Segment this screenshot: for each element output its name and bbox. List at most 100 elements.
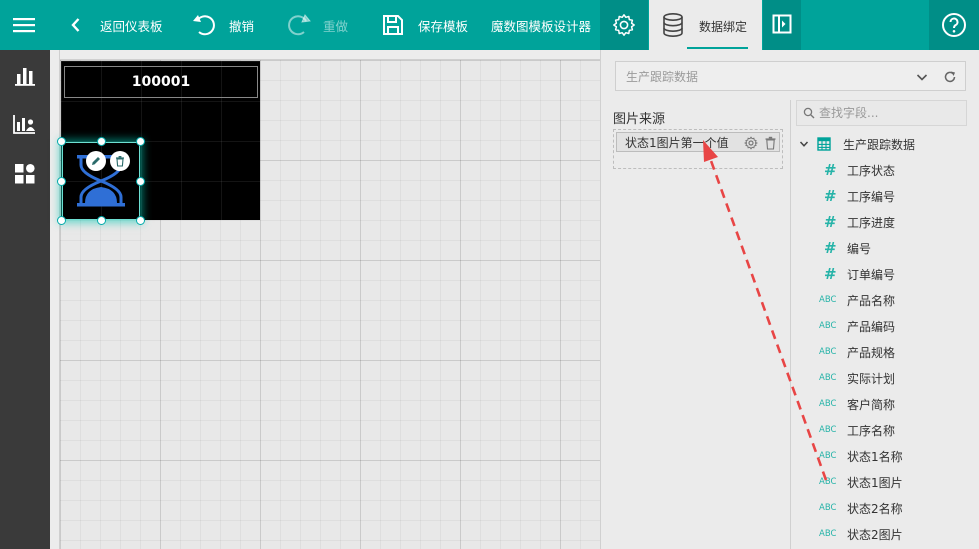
field-label: 产品名称 — [847, 293, 896, 308]
field-label: 状态2图片 — [847, 527, 903, 542]
number-type-icon: # — [824, 239, 837, 257]
field-search[interactable] — [796, 100, 967, 126]
field-label: 工序编号 — [847, 189, 896, 204]
report-tool-button[interactable] — [13, 112, 37, 136]
data-binding-panel: 生产跟踪数据 图片来源 状态1图片第一个值 查找字段... 生产跟踪数据 # 工… — [600, 50, 979, 549]
grid-blocks-icon — [15, 164, 35, 184]
field-label: 状态1图片 — [847, 475, 903, 490]
search-icon — [803, 107, 815, 119]
number-type-icon: # — [824, 265, 837, 283]
resize-handle-w[interactable] — [57, 177, 66, 186]
datasource-selected-text: 生产跟踪数据 — [626, 69, 699, 84]
field-item[interactable]: # 工序状态 — [819, 160, 895, 180]
number-type-icon: # — [824, 213, 837, 231]
resize-handle-sw[interactable] — [57, 216, 66, 225]
image-source-drop-zone[interactable]: 状态1图片第一个值 — [613, 129, 783, 169]
resize-handle-nw[interactable] — [57, 137, 66, 146]
text-type-icon: ABC — [819, 321, 837, 331]
field-label: 订单编号 — [847, 267, 896, 282]
field-item[interactable]: ABC 客户简称 — [819, 394, 895, 414]
field-label: 状态1名称 — [847, 449, 903, 464]
designer-title-text: 魔数图模板设计器 — [491, 18, 592, 34]
field-item[interactable]: ABC 产品名称 — [819, 290, 895, 310]
field-item[interactable]: ABC 状态1名称 — [819, 446, 903, 466]
text-type-icon: ABC — [819, 373, 837, 383]
field-item[interactable]: ABC 产品编码 — [819, 316, 895, 336]
undo-icon — [193, 15, 215, 36]
bound-field-chip[interactable]: 状态1图片第一个值 — [616, 132, 780, 152]
field-label: 产品编码 — [847, 319, 896, 334]
bound-field-text: 状态1图片第一个值 — [625, 135, 729, 150]
delete-widget-button[interactable] — [110, 151, 130, 171]
top-toolbar: 返回仪表板 撤销 重做 保存模板 魔数图模板设计器 数据绑定 — [0, 0, 979, 50]
field-item[interactable]: # 工序编号 — [819, 186, 895, 206]
save-template-button[interactable]: 保存模板 — [382, 0, 468, 50]
field-item[interactable]: # 订单编号 — [819, 264, 895, 284]
save-icon — [383, 15, 403, 35]
toggle-panel-button[interactable] — [763, 0, 801, 50]
field-item[interactable]: # 工序进度 — [819, 212, 895, 232]
resize-handle-ne[interactable] — [136, 137, 145, 146]
ruler-horizontal — [50, 50, 600, 60]
redo-icon — [288, 14, 311, 36]
hamburger-icon — [13, 18, 35, 33]
back-label: 返回仪表板 — [100, 18, 163, 34]
component-tool-button[interactable] — [13, 162, 37, 186]
help-button[interactable] — [929, 0, 979, 50]
resize-handle-e[interactable] — [136, 177, 145, 186]
redo-label: 重做 — [323, 18, 349, 34]
panel-toggle-icon — [772, 14, 792, 34]
pencil-icon — [92, 157, 100, 165]
database-icon — [663, 12, 683, 37]
refresh-icon[interactable] — [943, 70, 957, 84]
data-binding-label: 数据绑定 — [699, 20, 748, 34]
text-type-icon: ABC — [819, 451, 837, 461]
field-label: 工序状态 — [847, 163, 896, 178]
resize-handle-s[interactable] — [97, 216, 106, 225]
undo-label: 撤销 — [229, 18, 255, 34]
chart-user-icon — [13, 115, 35, 134]
tree-root-datasource[interactable]: 生产跟踪数据 — [799, 134, 915, 154]
code-text: 100001 — [131, 74, 191, 90]
image-source-title: 图片来源 — [613, 112, 666, 127]
chevron-down-icon — [916, 74, 928, 81]
field-item[interactable]: # 编号 — [819, 238, 871, 258]
field-item[interactable]: ABC 状态2图片 — [819, 524, 903, 544]
panel-divider — [790, 100, 791, 549]
chevron-left-icon — [71, 18, 80, 32]
redo-button[interactable]: 重做 — [286, 0, 348, 50]
field-item[interactable]: ABC 实际计划 — [819, 368, 895, 388]
ruler-vertical — [50, 50, 60, 549]
gear-icon — [613, 14, 635, 36]
field-label: 编号 — [847, 241, 872, 256]
design-canvas[interactable]: 100001 — [50, 50, 600, 549]
field-label: 客户简称 — [847, 397, 896, 412]
help-icon — [942, 13, 966, 37]
back-to-dashboard-button[interactable]: 返回仪表板 — [70, 0, 163, 50]
trash-icon[interactable] — [764, 136, 777, 150]
settings-tab[interactable] — [600, 0, 648, 50]
tree-root-label: 生产跟踪数据 — [843, 137, 916, 152]
tab-data-binding[interactable]: 数据绑定 — [649, 0, 762, 50]
menu-button[interactable] — [13, 0, 35, 50]
field-item[interactable]: ABC 产品规格 — [819, 342, 895, 362]
field-item[interactable]: ABC 状态1图片 — [819, 472, 903, 492]
field-label: 实际计划 — [847, 371, 896, 386]
image-widget-selected[interactable] — [57, 137, 145, 225]
edit-widget-button[interactable] — [86, 151, 106, 171]
number-type-icon: # — [824, 161, 837, 179]
resize-handle-se[interactable] — [136, 216, 145, 225]
gear-icon[interactable] — [744, 136, 758, 150]
save-label: 保存模板 — [418, 18, 469, 34]
chart-tool-button[interactable] — [13, 64, 37, 88]
left-sidebar — [0, 50, 50, 549]
undo-button[interactable]: 撤销 — [191, 0, 254, 50]
search-input[interactable] — [819, 106, 959, 120]
bar-chart-icon — [15, 68, 35, 86]
resize-handle-n[interactable] — [97, 137, 106, 146]
code-text-widget[interactable]: 100001 — [64, 66, 258, 98]
field-item[interactable]: ABC 状态2名称 — [819, 498, 903, 518]
field-label: 状态2名称 — [847, 501, 903, 516]
datasource-select[interactable]: 生产跟踪数据 — [615, 61, 966, 91]
field-item[interactable]: ABC 工序名称 — [819, 420, 895, 440]
